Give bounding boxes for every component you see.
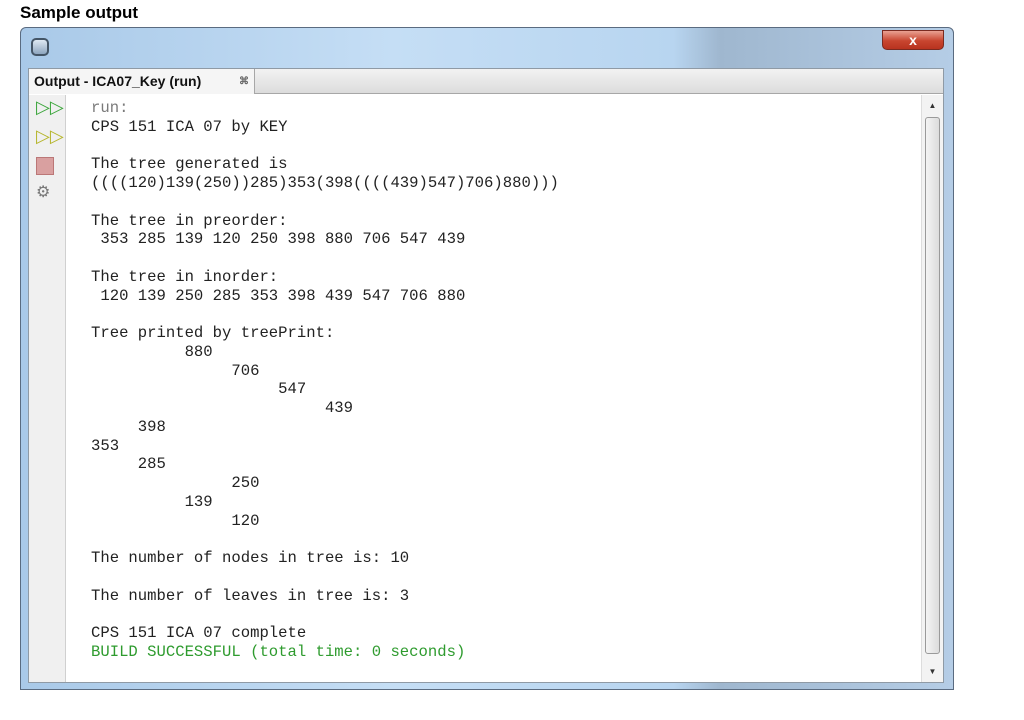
output-line: 439 [91,399,354,417]
output-line: run: [91,99,129,117]
tab-bar: Output - ICA07_Key (run) ⌘ [29,69,943,94]
page-heading: Sample output [20,3,139,22]
output-line: 880 [91,342,213,361]
tab-output[interactable]: Output - ICA07_Key (run) ⌘ [29,69,255,94]
output-line: The tree generated is [91,155,288,174]
app-icon [31,38,49,56]
output-line: 250 [91,474,260,492]
scrollbar-thumb[interactable] [925,117,940,654]
output-line: 120 [91,511,260,530]
scroll-up-icon[interactable]: ▲ [922,101,943,110]
output-line: 706 [91,361,260,380]
output-line: 139 [91,492,213,511]
output-line: The tree in preorder: [91,211,288,230]
output-line: The number of leaves in tree is: 3 [91,586,410,605]
stop-icon[interactable] [36,155,58,175]
tab-close-icon[interactable]: ⌘ [239,69,249,94]
window-title-blurred [57,39,61,55]
tab-label: Output - ICA07_Key (run) [34,73,202,89]
output-line: 353 285 139 120 250 398 880 706 547 439 [91,230,466,249]
output-text-area[interactable]: run: CPS 151 ICA 07 by KEY The tree genera… [67,95,921,682]
output-line: 398 [91,417,166,436]
output-line: The number of nodes in tree is: 10 [91,549,410,567]
output-line: Tree printed by treePrint: [91,324,335,342]
output-line: 353 [91,436,120,455]
output-line: CPS 151 ICA 07 complete [91,624,307,642]
output-line: The tree in inorder: [91,267,279,286]
scroll-down-icon[interactable]: ▼ [922,667,943,676]
output-line: 120 139 250 285 353 398 439 547 706 880 [91,286,466,305]
settings-icon[interactable]: ⚙ [36,183,58,203]
output-line: 547 [91,380,307,399]
output-line: 285 [91,455,166,474]
rerun-with-options-icon[interactable]: ▷▷ [36,126,64,146]
output-line: CPS 151 ICA 07 by KEY [91,117,288,136]
rerun-icon[interactable]: ▷▷ [36,97,64,117]
output-panel: Output - ICA07_Key (run) ⌘ ▷▷ ▷▷ ⚙ run: C… [28,68,944,683]
window-close-button[interactable]: x [882,30,944,50]
vertical-scrollbar[interactable]: ▲ ▼ [921,95,943,682]
ide-window: x Output - ICA07_Key (run) ⌘ ▷▷ ▷▷ ⚙ run… [20,27,954,690]
output-toolbar: ▷▷ ▷▷ ⚙ [29,95,66,682]
output-line: BUILD SUCCESSFUL (total time: 0 seconds) [91,642,466,661]
output-line: ((((120)139(250))285)353(398((((439)547)… [91,174,559,192]
